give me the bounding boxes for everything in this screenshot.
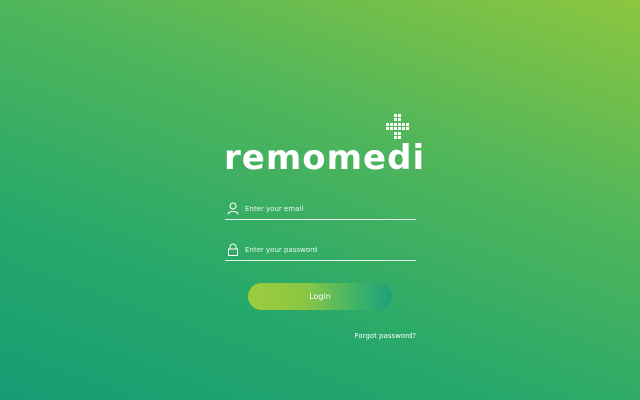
forgot-password-link[interactable]: Forgot password? — [355, 332, 416, 340]
email-input[interactable] — [245, 202, 413, 216]
remomedi-logo: remomedi — [222, 112, 426, 178]
pixel-cross-icon — [386, 114, 409, 139]
password-input[interactable] — [245, 243, 413, 257]
lock-icon — [228, 243, 238, 256]
password-field[interactable] — [225, 242, 416, 261]
email-field[interactable] — [225, 201, 416, 220]
logo-wordmark: remomedi — [224, 138, 426, 178]
login-button[interactable]: Login — [248, 283, 392, 310]
user-icon — [227, 202, 239, 215]
